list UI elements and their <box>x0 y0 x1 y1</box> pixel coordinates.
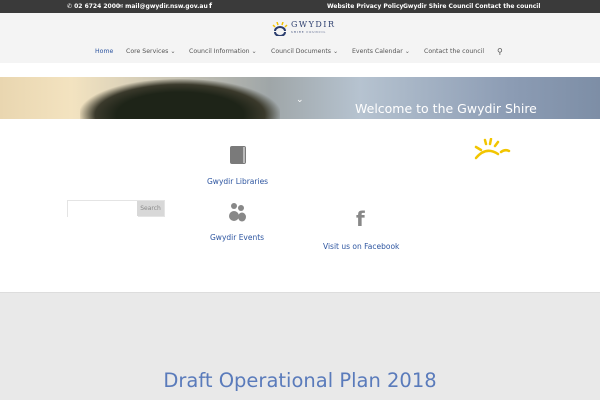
phone-text: 02 6724 2000 <box>74 3 121 10</box>
email-text: mail@gwydir.nsw.gov.au <box>125 3 208 10</box>
nav-core-services[interactable]: Core Services ⌄ <box>126 48 176 55</box>
book-icon[interactable] <box>229 145 247 165</box>
nav-home[interactable]: Home <box>95 48 113 55</box>
nav-events-calendar[interactable]: Events Calendar ⌄ <box>352 48 410 55</box>
search-input[interactable] <box>68 204 138 219</box>
search-button[interactable]: Search <box>137 201 164 216</box>
logo-name: GWYDIR <box>291 20 336 29</box>
gwydir-events-link[interactable]: Gwydir Events <box>210 233 264 242</box>
tree-image <box>80 79 280 119</box>
sun-logo-icon <box>474 138 511 160</box>
people-icon[interactable] <box>228 202 248 222</box>
nav-contact-council[interactable]: Contact the council <box>424 48 484 55</box>
nav-council-documents[interactable]: Council Documents ⌄ <box>271 48 338 55</box>
hero-banner: ⌄ Welcome to the Gwydir Shire <box>0 77 600 119</box>
logo[interactable]: GWYDIR SHIRE COUNCIL <box>272 21 336 37</box>
gwydir-libraries-link[interactable]: Gwydir Libraries <box>207 177 268 186</box>
chevron-down-icon[interactable]: ⌄ <box>296 95 304 105</box>
privacy-policy-link[interactable]: Website Privacy Policy <box>327 3 403 10</box>
hero-title: Welcome to the Gwydir Shire <box>355 101 537 116</box>
facebook-icon[interactable]: f <box>356 207 365 231</box>
nav-label: Council Documents <box>271 48 332 55</box>
logo-subtitle: SHIRE COUNCIL <box>291 31 327 34</box>
logo-sun-icon <box>272 22 288 36</box>
nav-label: Core Services <box>126 48 169 55</box>
top-bar: ✆ 02 6724 2000 ✉ mail@gwydir.nsw.gov.au … <box>0 0 600 13</box>
shire-council-link[interactable]: Gwydir Shire Council <box>403 3 473 10</box>
contact-council-link[interactable]: Contact the council <box>475 3 540 10</box>
nav-council-information[interactable]: Council Information ⌄ <box>189 48 257 55</box>
featured-section: Draft Operational Plan 2018 <box>0 292 600 400</box>
section-heading[interactable]: Draft Operational Plan 2018 <box>0 369 600 392</box>
header: GWYDIR SHIRE COUNCIL Home Core Services ⌄… <box>0 13 600 63</box>
nav-label: Council Information <box>189 48 250 55</box>
facebook-icon[interactable]: f <box>209 2 212 10</box>
search-form: Search <box>67 200 165 219</box>
phone-number[interactable]: ✆ 02 6724 2000 <box>67 3 120 10</box>
nav-label: Events Calendar <box>352 48 403 55</box>
search-icon[interactable]: ⚲ <box>497 47 503 56</box>
email-link[interactable]: ✉ mail@gwydir.nsw.gov.au <box>118 3 208 10</box>
facebook-link[interactable]: Visit us on Facebook <box>323 242 399 251</box>
